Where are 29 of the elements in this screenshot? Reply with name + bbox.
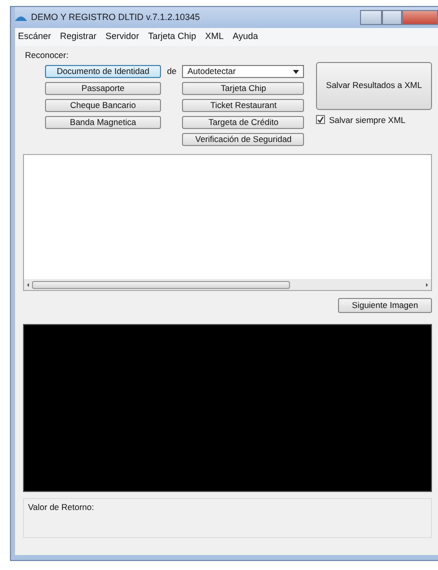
document-type-button[interactable]: Banda Magnetica [45,116,161,130]
minimize-button[interactable] [360,10,382,25]
menu-item[interactable]: Tarjeta Chip [148,30,196,44]
maximize-button[interactable] [382,10,402,25]
document-type-button[interactable]: Targeta de Crédito [182,116,304,130]
caret-icon [293,70,300,74]
close-button[interactable] [402,10,438,25]
document-type-button[interactable]: Verificación de Seguridad [182,133,304,146]
menu-item[interactable]: Ayuda [232,30,258,44]
window-title: DEMO Y REGISTRO DLTID v.7.1.2.10345 [31,10,200,24]
document-type-button[interactable]: Passaporte [45,82,161,96]
return-value-label: Valor de Retorno: [28,502,94,512]
menu-item[interactable]: Servidor [106,30,140,44]
checkbox-label: Salvar siempre XML [329,114,406,126]
group-label: Reconocer: [25,48,70,62]
horizontal-scrollbar[interactable] [24,279,431,290]
document-type-button[interactable]: Ticket Restaurant [182,99,304,112]
next-image-button[interactable]: Siguiente Imagen [338,298,432,314]
save-xml-button[interactable]: Salvar Resultados a XML [316,62,432,110]
always-save-checkbox[interactable] [316,115,325,124]
menu-item[interactable]: Escáner [18,30,52,44]
menu-item[interactable]: Registrar [60,30,97,44]
menu-item[interactable]: XML [205,30,224,44]
app-icon [15,14,27,22]
document-type-button[interactable]: Tarjeta Chip [182,82,304,96]
document-type-button[interactable]: Cheque Bancario [45,99,161,112]
connector-label: de [166,65,178,78]
document-dropdown[interactable]: Autodetectar [182,65,304,78]
document-type-button[interactable]: Documento de Identidad [45,65,161,78]
